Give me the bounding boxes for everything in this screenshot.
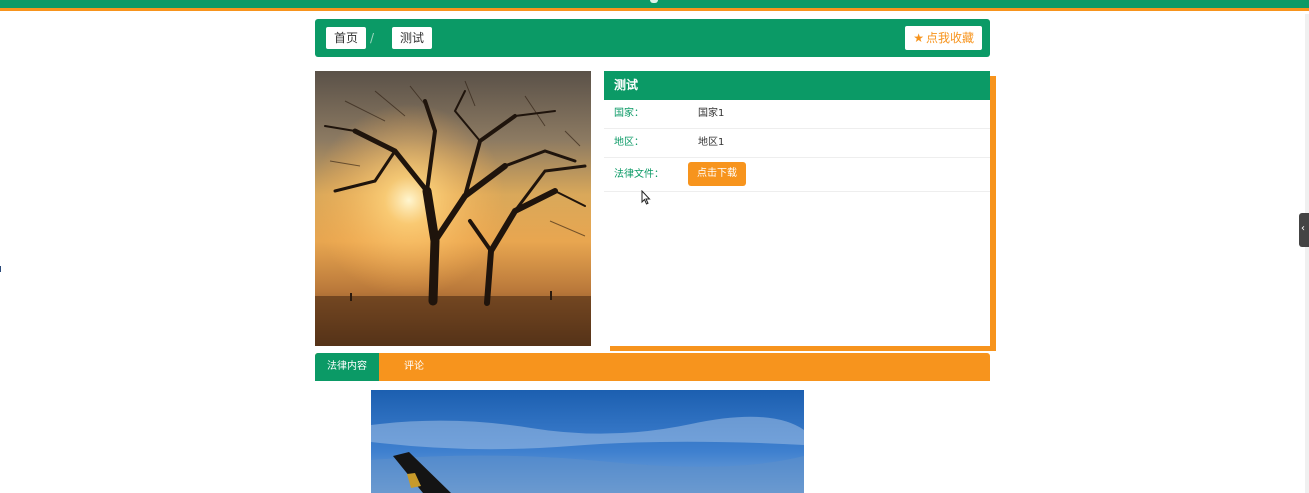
favorite-button[interactable]: ★ 点我收藏 bbox=[905, 26, 982, 50]
country-label: 国家： bbox=[614, 108, 644, 119]
breadcrumb-separator: / bbox=[370, 31, 375, 45]
scrollbar[interactable] bbox=[1305, 14, 1309, 493]
info-row-region: 地区： 地区1 bbox=[604, 129, 990, 158]
content-tabs: 法律内容 评论 bbox=[315, 353, 990, 381]
favorite-button-label: 点我收藏 bbox=[925, 31, 974, 45]
left-edge-marker bbox=[0, 266, 1, 272]
breadcrumb-current[interactable]: 测试 bbox=[392, 27, 433, 49]
country-value: 国家1 bbox=[698, 108, 725, 119]
breadcrumb-home-link[interactable]: 首页 bbox=[326, 27, 367, 49]
region-value: 地区1 bbox=[698, 137, 725, 148]
content-image bbox=[371, 390, 804, 493]
side-panel-toggle[interactable]: ‹ bbox=[1299, 213, 1309, 247]
chevron-left-icon: ‹ bbox=[1301, 223, 1305, 234]
mouse-cursor-icon bbox=[641, 189, 651, 208]
info-title: 测试 bbox=[604, 71, 990, 100]
info-row-file: 法律文件： 点击下载 bbox=[604, 158, 990, 192]
item-photo bbox=[315, 71, 591, 346]
tab-comments[interactable]: 评论 bbox=[404, 353, 424, 381]
file-label: 法律文件： bbox=[614, 169, 664, 180]
star-icon: ★ bbox=[913, 31, 924, 45]
top-bar-indicator bbox=[650, 0, 658, 3]
download-button[interactable]: 点击下载 bbox=[688, 162, 746, 186]
info-row-country: 国家： 国家1 bbox=[604, 100, 990, 129]
top-bar bbox=[0, 0, 1309, 11]
tab-law-content[interactable]: 法律内容 bbox=[315, 353, 379, 381]
info-panel: 测试 国家： 国家1 地区： 地区1 法律文件： 点击下载 bbox=[604, 71, 990, 346]
breadcrumb: 首页 / 测试 ★ 点我收藏 bbox=[315, 19, 990, 57]
region-label: 地区： bbox=[614, 137, 644, 148]
